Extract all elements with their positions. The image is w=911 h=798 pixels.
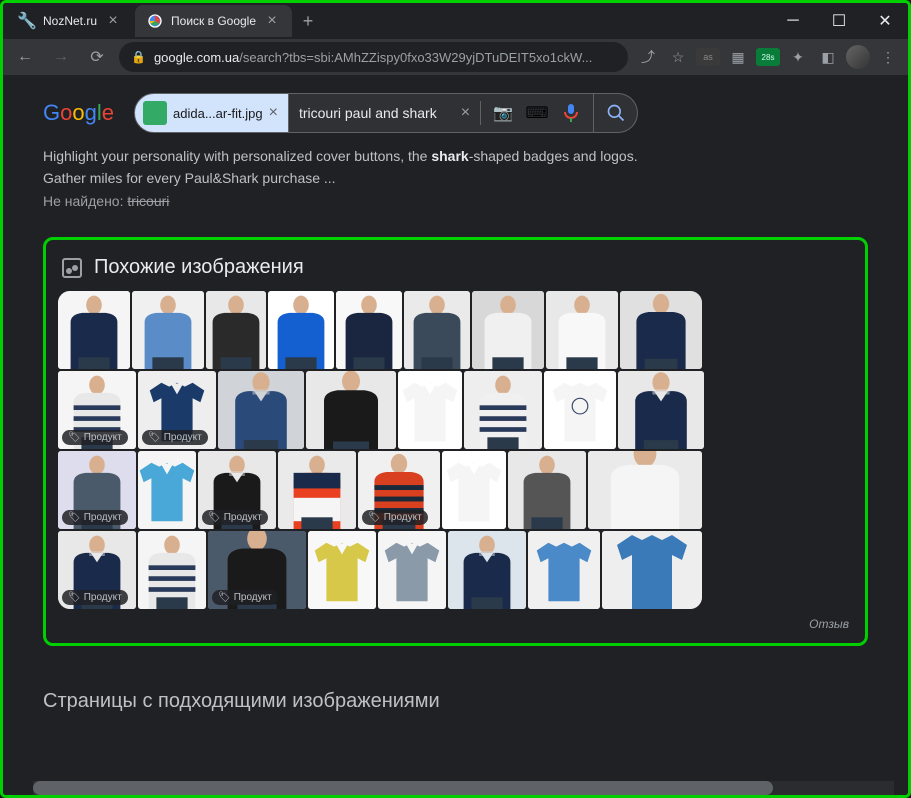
chip-filename: adida...ar-fit.jpg (173, 106, 263, 121)
minimize-button[interactable]: ─ (770, 3, 816, 39)
forward-button[interactable]: → (47, 43, 75, 71)
image-thumbnail[interactable] (138, 451, 196, 529)
image-thumbnail[interactable] (206, 291, 266, 369)
image-thumbnail[interactable] (588, 451, 702, 529)
clear-search-icon[interactable]: × (461, 104, 470, 122)
google-logo[interactable]: Google (43, 100, 114, 126)
back-button[interactable]: ← (11, 43, 39, 71)
image-thumbnail[interactable] (442, 451, 506, 529)
product-badge: 🏷Продукт (62, 510, 128, 525)
google-icon (147, 13, 163, 29)
tabs-icon[interactable]: ◧ (816, 45, 840, 69)
product-badge: 🏷Продукт (62, 590, 128, 605)
image-thumbnail[interactable] (528, 531, 600, 609)
image-grid: 🏷Продукт 🏷Продукт 🏷Продукт 🏷Продукт 🏷Продукт… (58, 291, 853, 609)
close-button[interactable]: ✕ (862, 3, 908, 39)
image-thumbnail[interactable] (306, 371, 396, 449)
image-thumbnail[interactable] (336, 291, 402, 369)
image-thumbnail[interactable] (448, 531, 526, 609)
image-thumbnail[interactable] (58, 291, 130, 369)
product-badge: 🏷Продукт (142, 430, 208, 445)
chip-remove-icon[interactable]: × (269, 104, 278, 122)
search-icon (606, 103, 626, 123)
image-thumbnail[interactable]: 🏷Продукт (138, 371, 216, 449)
share-icon[interactable]: ⤴ (636, 45, 660, 69)
image-thumbnail[interactable] (132, 291, 204, 369)
extension-icon[interactable]: ▦ (726, 45, 750, 69)
address-bar: ← → ⟳ 🔒 google.com.ua/search?tbs=sbi:AMh… (3, 39, 908, 75)
close-icon[interactable]: × (105, 13, 121, 29)
not-found-line: Не найдено: tricouri (43, 193, 868, 209)
product-badge: 🏷Продукт (62, 430, 128, 445)
horizontal-scrollbar[interactable] (33, 781, 894, 795)
image-thumbnail[interactable] (378, 531, 446, 609)
star-icon[interactable]: ☆ (666, 45, 690, 69)
mic-icon[interactable] (559, 101, 583, 125)
feedback-link[interactable]: Отзыв (58, 609, 853, 631)
image-thumbnail[interactable]: 🏷Продукт (358, 451, 440, 529)
product-badge: 🏷Продукт (212, 590, 278, 605)
image-thumbnail[interactable] (546, 291, 618, 369)
image-thumbnail[interactable] (620, 291, 702, 369)
camera-icon[interactable]: 📷 (491, 101, 515, 125)
image-thumbnail[interactable] (544, 371, 616, 449)
close-icon[interactable]: × (264, 13, 280, 29)
image-thumbnail[interactable] (602, 531, 702, 609)
image-thumbnail[interactable]: 🏷Продукт (58, 371, 136, 449)
similar-images-section: Похожие изображения 🏷Продукт🏷Продукт🏷Про… (43, 237, 868, 646)
image-thumbnail[interactable]: 🏷Продукт (208, 531, 306, 609)
tab-google-search[interactable]: Поиск в Google × (135, 5, 292, 37)
image-thumbnail[interactable] (308, 531, 376, 609)
image-thumbnail[interactable] (472, 291, 544, 369)
image-search-chip[interactable]: adida...ar-fit.jpg × (134, 93, 289, 133)
menu-icon[interactable]: ⋮ (876, 45, 900, 69)
profile-avatar[interactable] (846, 45, 870, 69)
product-badge: 🏷Продукт (202, 510, 268, 525)
image-thumbnail[interactable] (268, 291, 334, 369)
extensions-puzzle-icon[interactable]: ✦ (786, 45, 810, 69)
tab-title: NozNet.ru (43, 14, 97, 28)
product-badge: 🏷Продукт (362, 510, 428, 525)
image-thumbnail[interactable]: 🏷Продукт (58, 451, 136, 529)
new-tab-button[interactable]: + (294, 7, 322, 35)
image-thumbnail[interactable] (404, 291, 470, 369)
browser-titlebar: 🔧 NozNet.ru × Поиск в Google × + ─ ☐ ✕ (3, 3, 908, 39)
reload-button[interactable]: ⟳ (83, 43, 111, 71)
search-button[interactable] (594, 93, 638, 133)
divider (480, 101, 481, 125)
tab-title: Поиск в Google (171, 14, 256, 28)
wrench-icon: 🔧 (19, 13, 35, 29)
image-thumbnail[interactable] (218, 371, 304, 449)
url-text: google.com.ua/search?tbs=sbi:AMhZZispy0f… (154, 50, 592, 65)
chip-thumbnail (143, 101, 167, 125)
maximize-button[interactable]: ☐ (816, 3, 862, 39)
similar-images-title: Похожие изображения (94, 256, 304, 279)
search-query-text: tricouri paul and shark (299, 105, 437, 121)
image-thumbnail[interactable] (508, 451, 586, 529)
image-thumbnail[interactable] (464, 371, 542, 449)
image-thumbnail[interactable] (278, 451, 356, 529)
page-scroll[interactable]: Google adida...ar-fit.jpg × tricouri pau… (3, 75, 908, 795)
keyboard-icon[interactable]: ⌨ (525, 101, 549, 125)
extension-lastfm[interactable]: as (696, 48, 720, 66)
tab-noznet[interactable]: 🔧 NozNet.ru × (7, 5, 133, 37)
image-thumbnail[interactable] (398, 371, 462, 449)
image-thumbnail[interactable] (618, 371, 704, 449)
image-icon (62, 258, 82, 278)
matching-pages-title: Страницы с подходящими изображениями (3, 666, 908, 725)
result-snippet: Highlight your personality with personal… (43, 145, 868, 189)
url-input[interactable]: 🔒 google.com.ua/search?tbs=sbi:AMhZZispy… (119, 42, 628, 72)
image-thumbnail[interactable] (138, 531, 206, 609)
image-thumbnail[interactable]: 🏷Продукт (198, 451, 276, 529)
image-thumbnail[interactable]: 🏷Продукт (58, 531, 136, 609)
extension-green-badge[interactable]: 28s (756, 48, 780, 66)
lock-icon: 🔒 (131, 50, 146, 64)
search-input[interactable]: tricouri paul and shark × 📷 ⌨ (289, 93, 594, 133)
